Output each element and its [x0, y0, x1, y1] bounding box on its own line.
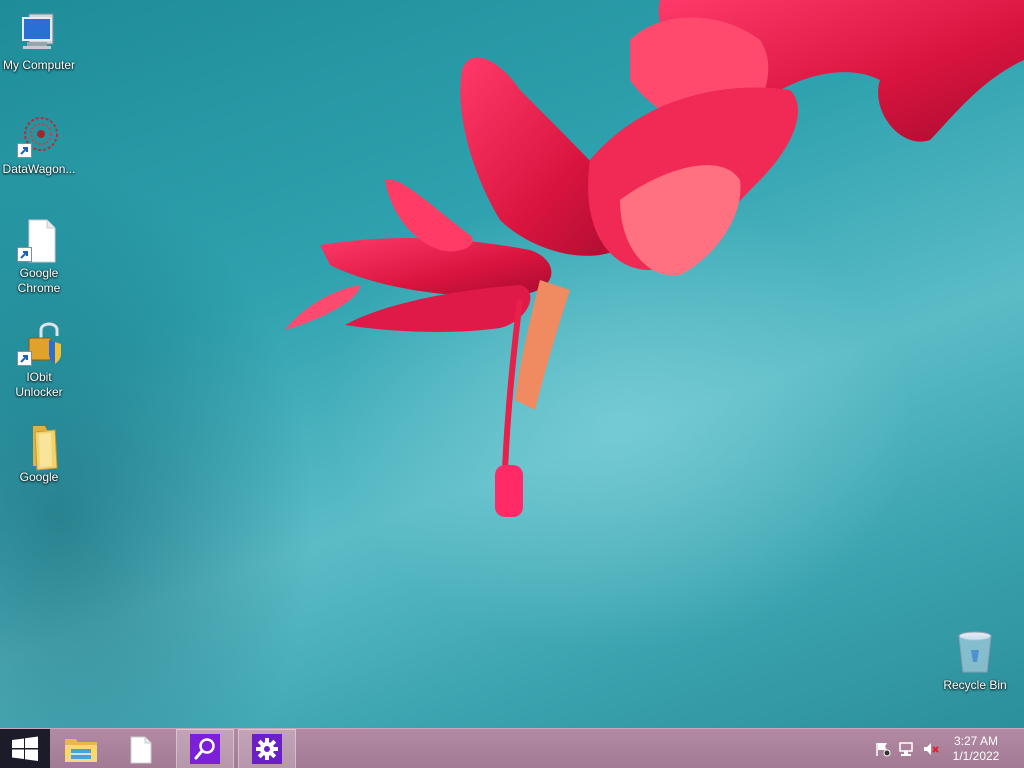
desktop-icon-google-folder[interactable]: Google	[0, 420, 78, 485]
datawagon-icon	[15, 112, 63, 160]
desktop[interactable]: My Computer DataWagon... Google Chrome I…	[0, 0, 1024, 728]
taskbar-file-explorer-button[interactable]	[56, 729, 106, 768]
taskbar-settings-button[interactable]	[238, 729, 296, 768]
desktop-icon-recycle-bin[interactable]: Recycle Bin	[936, 628, 1014, 693]
folder-icon	[15, 420, 63, 471]
computer-icon	[15, 8, 63, 56]
network-icon[interactable]	[898, 741, 916, 757]
taskbar-search-button[interactable]	[176, 729, 234, 768]
action-center-flag-icon[interactable]	[874, 741, 892, 757]
desktop-icon-google-chrome[interactable]: Google Chrome	[0, 216, 78, 296]
file-explorer-icon	[65, 739, 97, 762]
desktop-icon-datawagon[interactable]: DataWagon...	[0, 112, 78, 177]
taskbar-clock[interactable]: 3:27 AM 1/1/2022	[948, 734, 1004, 764]
recycle-bin-icon	[951, 628, 999, 676]
start-button[interactable]	[0, 729, 50, 768]
desktop-icon-iobit-unlocker[interactable]: IObit Unlocker	[0, 320, 78, 400]
taskbar: 3:27 AM 1/1/2022	[0, 728, 1024, 768]
document-icon	[15, 216, 63, 264]
search-icon	[194, 738, 215, 760]
shortcut-arrow-icon	[17, 351, 32, 366]
wallpaper-flower	[285, 0, 1024, 517]
desktop-icon-label: Recycle Bin	[943, 678, 1007, 692]
gear-icon	[256, 738, 278, 760]
volume-muted-icon[interactable]	[922, 741, 940, 757]
document-icon	[130, 736, 152, 764]
clock-date: 1/1/2022	[952, 749, 1000, 763]
search-tile	[190, 734, 220, 764]
windows-logo-icon	[12, 736, 38, 761]
desktop-icon-my-computer[interactable]: My Computer	[0, 8, 78, 73]
taskbar-document-button[interactable]	[116, 729, 166, 768]
desktop-icon-label: My Computer	[2, 58, 76, 72]
shortcut-arrow-icon	[17, 143, 32, 158]
settings-tile	[252, 734, 282, 764]
desktop-icon-label: IObit Unlocker	[15, 370, 63, 399]
shortcut-arrow-icon	[17, 247, 32, 262]
desktop-icon-label: Google	[19, 470, 59, 484]
desktop-icon-label: Google Chrome	[17, 266, 61, 295]
desktop-icon-label: DataWagon...	[2, 162, 76, 176]
clock-time: 3:27 AM	[953, 734, 999, 748]
unlocker-icon	[15, 320, 63, 368]
